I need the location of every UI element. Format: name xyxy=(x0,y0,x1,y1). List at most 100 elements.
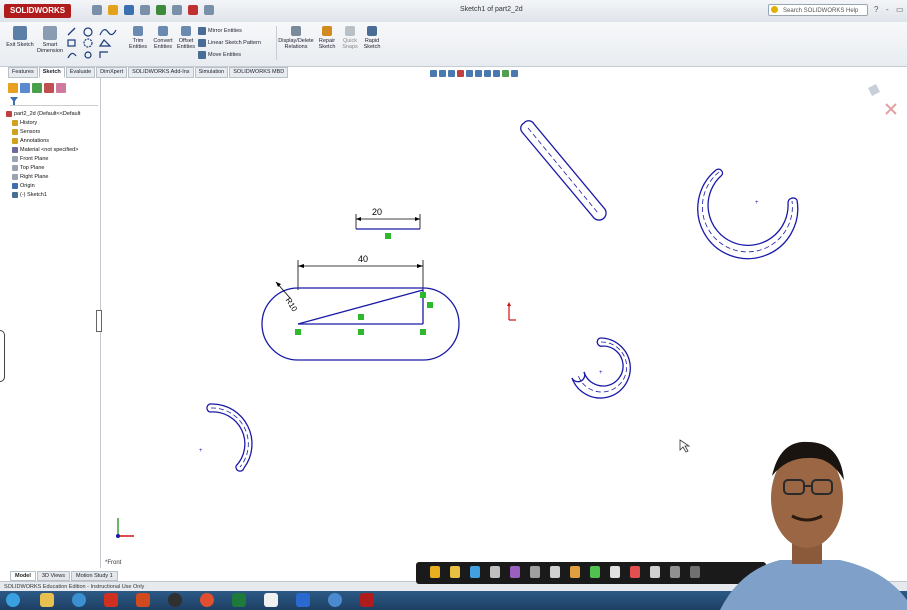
solidworks-taskbar-icon[interactable] xyxy=(360,593,374,607)
start-button-icon[interactable] xyxy=(6,593,20,607)
smart-dimension-button[interactable]: Smart Dimension xyxy=(34,24,66,62)
tree-item-sensors[interactable]: Sensors xyxy=(6,128,100,137)
edit-appearance-icon[interactable] xyxy=(493,70,500,77)
open-document-icon[interactable] xyxy=(108,5,118,15)
diagonal-slot[interactable] xyxy=(520,120,607,221)
file-explorer-icon[interactable] xyxy=(40,593,54,607)
acrobat-icon[interactable] xyxy=(104,593,118,607)
hide-show-items-icon[interactable] xyxy=(484,70,491,77)
line-tool-icon[interactable] xyxy=(550,566,560,578)
tab-features[interactable]: Features xyxy=(8,67,38,78)
property-manager-icon[interactable] xyxy=(20,83,30,93)
sketch-origin[interactable] xyxy=(507,302,516,321)
marker-icon[interactable] xyxy=(570,566,580,578)
tree-item-top-plane[interactable]: Top Plane xyxy=(6,164,100,173)
tree-item-annotations[interactable]: Annotations xyxy=(6,137,100,146)
filter-field[interactable] xyxy=(10,97,98,106)
convert-entities-button[interactable]: Convert Entities xyxy=(150,24,176,62)
eraser-icon[interactable] xyxy=(490,566,500,578)
display-style-icon[interactable] xyxy=(475,70,482,77)
green-pen-icon[interactable] xyxy=(590,566,600,578)
app-icon[interactable] xyxy=(328,593,342,607)
confirmation-corner[interactable] xyxy=(868,84,897,115)
close-toolbar-icon[interactable] xyxy=(690,566,700,578)
help-icon[interactable]: ? xyxy=(874,5,878,14)
dimension-label-40[interactable]: 40 xyxy=(358,254,368,264)
configuration-icon[interactable] xyxy=(32,83,42,93)
tree-item-material[interactable]: Material <not specified> xyxy=(6,146,100,155)
notepad-icon[interactable] xyxy=(264,593,278,607)
rebuild-icon[interactable] xyxy=(188,5,198,15)
new-document-icon[interactable] xyxy=(92,5,102,15)
tree-item-part[interactable]: part2_2d (Default<<Default xyxy=(6,110,100,119)
pencil-icon[interactable] xyxy=(450,566,460,578)
white-pen-icon[interactable] xyxy=(610,566,620,578)
relation-markers[interactable] xyxy=(295,292,433,335)
tree-item-front-plane[interactable]: Front Plane xyxy=(6,155,100,164)
tab-motion-study[interactable]: Motion Study 1 xyxy=(71,571,118,581)
rapid-sketch-button[interactable]: Rapid Sketch xyxy=(360,24,384,62)
text-icon[interactable] xyxy=(530,566,540,578)
red-pen-icon[interactable] xyxy=(630,566,640,578)
display-manager-icon[interactable] xyxy=(56,83,66,93)
undo-icon[interactable] xyxy=(156,5,166,15)
save-icon[interactable] xyxy=(124,5,134,15)
tree-item-sketch1[interactable]: (-) Sketch1 xyxy=(6,191,100,200)
tab-mbd[interactable]: SOLIDWORKS MBD xyxy=(229,67,289,78)
dimxpert-icon[interactable] xyxy=(44,83,54,93)
shape-icon[interactable] xyxy=(510,566,520,578)
dimension-label-r10[interactable]: R10 xyxy=(284,296,300,314)
tab-addins[interactable]: SOLIDWORKS Add-Ins xyxy=(128,67,194,78)
minimize-button[interactable]: - xyxy=(886,5,889,14)
dimension-40[interactable] xyxy=(297,260,424,290)
zoom-to-fit-icon[interactable] xyxy=(430,70,437,77)
quick-snaps-button[interactable]: Quick Snaps xyxy=(340,24,360,62)
excel-icon[interactable] xyxy=(232,593,246,607)
tree-item-origin[interactable]: Origin xyxy=(6,182,100,191)
tab-model[interactable]: Model xyxy=(10,571,36,581)
tree-item-history[interactable]: History xyxy=(6,119,100,128)
internet-explorer-icon[interactable] xyxy=(72,593,86,607)
large-arc-slot[interactable]: + xyxy=(697,168,799,260)
repair-sketch-button[interactable]: Repair Sketch xyxy=(316,24,338,62)
view-settings-icon[interactable] xyxy=(511,70,518,77)
view-orientation-icon[interactable] xyxy=(466,70,473,77)
tab-evaluate[interactable]: Evaluate xyxy=(65,67,96,78)
zoom-area-icon[interactable] xyxy=(439,70,446,77)
small-arc-slot[interactable]: + xyxy=(199,403,253,472)
offset-entities-button[interactable]: Offset Entities xyxy=(176,24,196,62)
previous-view-icon[interactable] xyxy=(448,70,455,77)
tree-item-right-plane[interactable]: Right Plane xyxy=(6,173,100,182)
dimension-label-20[interactable]: 20 xyxy=(372,207,382,217)
task-pane-handle[interactable] xyxy=(0,330,5,382)
tab-dimxpert[interactable]: DimXpert xyxy=(96,67,128,78)
medium-arc-slot[interactable]: + xyxy=(571,337,631,399)
feature-tree-icon[interactable] xyxy=(8,83,18,93)
media-player-icon[interactable] xyxy=(168,593,182,607)
linear-pattern-button[interactable]: Linear Sketch Pattern xyxy=(198,38,261,48)
maximize-button[interactable]: ▭ xyxy=(896,5,904,14)
highlighter-icon[interactable] xyxy=(470,566,480,578)
powerpoint-icon[interactable] xyxy=(136,593,150,607)
dimension-20[interactable] xyxy=(355,214,421,239)
apply-scene-icon[interactable] xyxy=(502,70,509,77)
options-icon[interactable] xyxy=(204,5,214,15)
section-view-icon[interactable] xyxy=(457,70,464,77)
help-search-input[interactable]: Search SOLIDWORKS Help xyxy=(768,4,868,16)
solidworks-logo[interactable]: SOLIDWORKS xyxy=(4,4,72,18)
mirror-entities-button[interactable]: Mirror Entities xyxy=(198,26,242,36)
tab-3d-views[interactable]: 3D Views xyxy=(36,571,71,581)
exit-sketch-button[interactable]: Exit Sketch xyxy=(4,24,36,62)
display-delete-relations-button[interactable]: Display/Delete Relations xyxy=(278,24,314,62)
tab-sketch[interactable]: Sketch xyxy=(38,67,65,78)
folder-icon[interactable] xyxy=(430,566,440,578)
move-entities-button[interactable]: Move Entities xyxy=(198,50,241,60)
teamviewer-icon[interactable] xyxy=(296,593,310,607)
trim-entities-button[interactable]: Trim Entities xyxy=(126,24,150,62)
pointer-icon[interactable] xyxy=(650,566,660,578)
print-icon[interactable] xyxy=(140,5,150,15)
chrome-icon[interactable] xyxy=(200,593,214,607)
screen-icon[interactable] xyxy=(670,566,680,578)
tab-simulation[interactable]: Simulation xyxy=(194,67,229,78)
select-icon[interactable] xyxy=(172,5,182,15)
